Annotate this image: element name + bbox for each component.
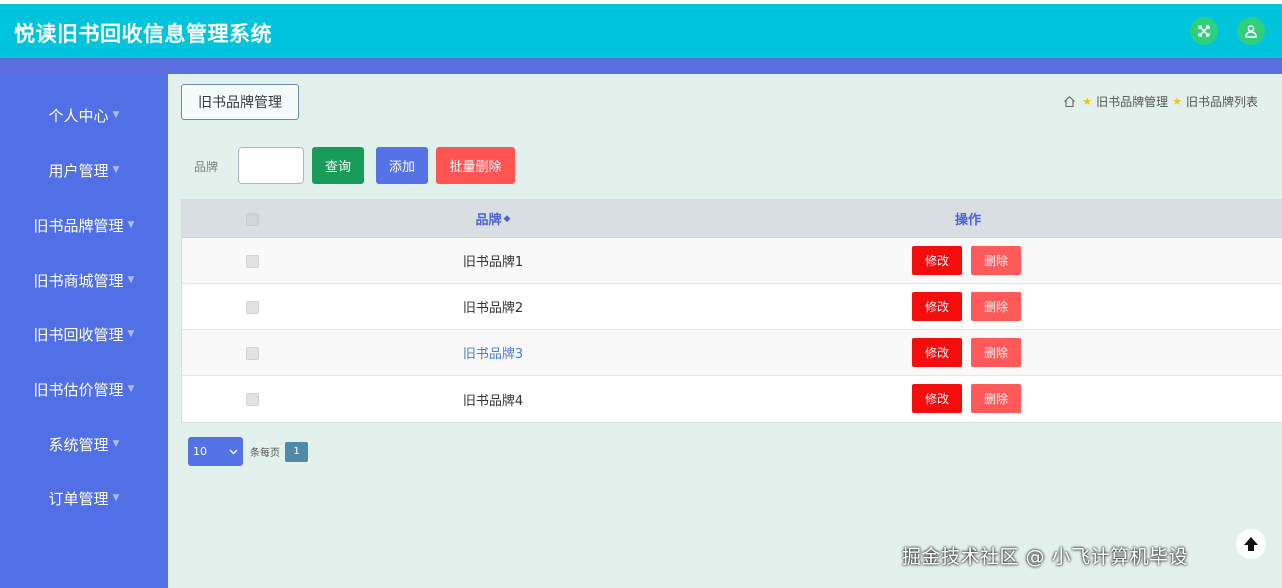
pagination: 10 条每页 1	[188, 437, 308, 466]
row-checkbox[interactable]	[246, 254, 259, 268]
table-row: 旧书品牌4 修改 删除	[182, 376, 1282, 422]
brand-cell: 旧书品牌3	[462, 347, 524, 362]
sidebar-item-label: 系统管理	[48, 435, 109, 454]
sidebar: 个人中心 ▼ 用户管理 ▼ 旧书品牌管理 ▼ 旧书商城管理 ▼ 旧书回收管理 ▼ 旧书估价…	[0, 74, 168, 588]
sidebar-item-label: 个人中心	[48, 106, 109, 125]
table-row: 旧书品牌3 修改 删除	[182, 330, 1282, 376]
caret-down-icon: ▼	[112, 439, 120, 449]
caret-down-icon: ▼	[112, 110, 120, 120]
sidebar-item-label: 旧书品牌管理	[33, 216, 124, 235]
caret-down-icon: ▼	[127, 384, 135, 394]
sidebar-item-valuation-management[interactable]: 旧书估价管理 ▼	[0, 369, 168, 409]
breadcrumb-item[interactable]: 旧书品牌管理	[1096, 93, 1168, 110]
edit-button[interactable]: 修改	[912, 292, 962, 321]
sidebar-item-label: 用户管理	[48, 161, 109, 180]
breadcrumb: ★ 旧书品牌管理 ★ 旧书品牌列表	[1063, 93, 1258, 110]
watermark: 掘金技术社区 @ 小飞计算机毕设	[902, 546, 1189, 568]
page-number-button[interactable]: 1	[285, 441, 308, 462]
caret-down-icon: ▼	[127, 220, 135, 230]
caret-down-icon: ▼	[112, 165, 120, 175]
row-checkbox[interactable]	[246, 346, 259, 360]
column-header-ops: 操作	[954, 213, 981, 228]
chevron-down-icon	[229, 445, 238, 458]
caret-down-icon: ▼	[112, 493, 120, 503]
sidebar-item-label: 旧书估价管理	[33, 380, 124, 399]
edit-button[interactable]: 修改	[912, 384, 962, 413]
sidebar-item-label: 订单管理	[48, 489, 109, 508]
home-icon[interactable]	[1063, 95, 1076, 108]
sidebar-item-mall-management[interactable]: 旧书商城管理 ▼	[0, 260, 168, 300]
select-all-checkbox[interactable]	[246, 212, 259, 226]
sort-icon[interactable]: ◆	[504, 214, 511, 224]
delete-button[interactable]: 删除	[971, 246, 1021, 275]
top-bar: 悦读旧书回收信息管理系统	[0, 4, 1282, 58]
sidebar-item-brand-management[interactable]: 旧书品牌管理 ▼	[0, 205, 168, 245]
brand-search-label: 品牌	[194, 160, 219, 174]
sidebar-item-personal-center[interactable]: 个人中心 ▼	[0, 95, 168, 135]
sidebar-item-order-management[interactable]: 订单管理 ▼	[0, 478, 168, 518]
caret-down-icon: ▼	[127, 329, 135, 339]
table-row: 旧书品牌2 修改 删除	[182, 284, 1282, 330]
delete-button[interactable]: 删除	[971, 292, 1021, 321]
query-button[interactable]: 查询	[312, 147, 364, 184]
edit-button[interactable]: 修改	[912, 338, 962, 367]
main-content: 旧书品牌管理 ★ 旧书品牌管理 ★ 旧书品牌列表 品牌 查询 添加 批量删除 品…	[168, 74, 1282, 588]
breadcrumb-item: 旧书品牌列表	[1185, 95, 1258, 109]
star-icon: ★	[1082, 95, 1093, 108]
brand-search-input[interactable]	[238, 147, 304, 184]
column-header-brand[interactable]: 品牌 ◆	[332, 200, 654, 237]
scroll-to-top-icon[interactable]	[1236, 529, 1266, 559]
fullscreen-icon[interactable]	[1190, 17, 1218, 45]
row-checkbox[interactable]	[246, 393, 259, 406]
header-strip	[0, 58, 1282, 74]
brand-table: 品牌 ◆ 操作 旧书品牌1 修改 删除 旧书品牌2 修改 删除 旧书品牌3 修改…	[181, 199, 1282, 423]
sidebar-item-system-management[interactable]: 系统管理 ▼	[0, 424, 168, 464]
delete-button[interactable]: 删除	[971, 384, 1021, 413]
page-title: 旧书品牌管理	[181, 84, 299, 120]
per-page-label: 条每页	[250, 448, 280, 459]
sidebar-item-label: 旧书回收管理	[33, 325, 124, 344]
caret-down-icon: ▼	[127, 275, 135, 285]
add-button[interactable]: 添加	[376, 147, 428, 184]
batch-delete-button[interactable]: 批量删除	[436, 147, 515, 184]
edit-button[interactable]: 修改	[912, 246, 962, 275]
sidebar-item-recycle-management[interactable]: 旧书回收管理 ▼	[0, 314, 168, 354]
app-title: 悦读旧书回收信息管理系统	[14, 22, 272, 46]
page-size-select[interactable]: 10	[188, 437, 243, 466]
page-size-value: 10	[193, 445, 207, 458]
table-row: 旧书品牌1 修改 删除	[182, 238, 1282, 284]
brand-cell: 旧书品牌2	[462, 301, 524, 316]
table-header: 品牌 ◆ 操作	[182, 200, 1282, 238]
brand-cell: 旧书品牌1	[462, 255, 524, 270]
row-checkbox[interactable]	[246, 300, 259, 314]
sidebar-item-label: 旧书商城管理	[33, 271, 124, 290]
delete-button[interactable]: 删除	[971, 338, 1021, 367]
sidebar-item-user-management[interactable]: 用户管理 ▼	[0, 150, 168, 190]
brand-cell: 旧书品牌4	[462, 393, 524, 409]
star-icon: ★	[1172, 95, 1182, 108]
user-icon[interactable]	[1237, 17, 1265, 45]
column-header-label: 品牌	[475, 213, 502, 228]
